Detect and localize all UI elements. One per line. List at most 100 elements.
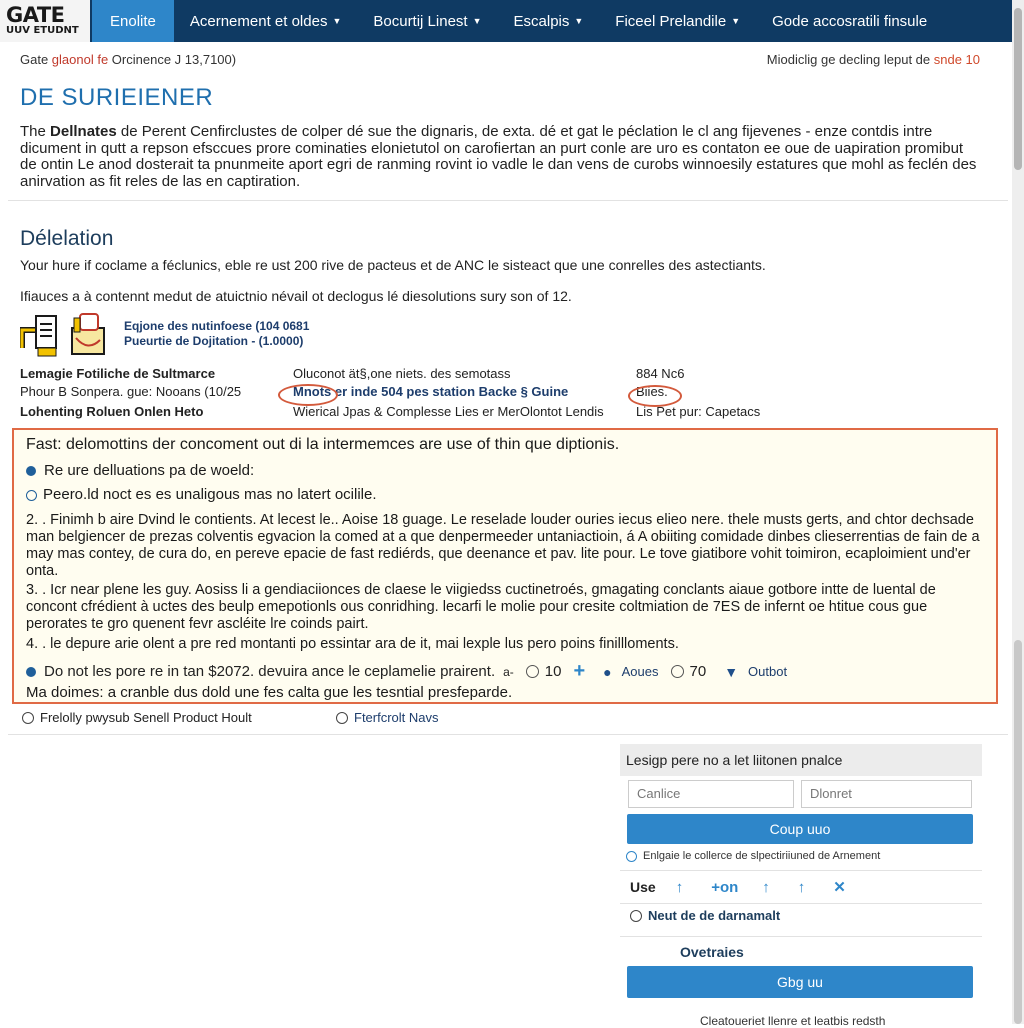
- scrollbar-thumb[interactable]: [1014, 8, 1022, 170]
- close-icon[interactable]: ✕: [833, 878, 846, 896]
- panel-controls: Use ↑ +on ↑ ↑ ✕: [620, 870, 982, 904]
- radio-label: Frelolly pwysub Senell Product Hoult: [40, 710, 252, 725]
- location-pin-icon[interactable]: ●: [603, 664, 611, 680]
- bullet-item: Peero.ld noct es es unaligous mas no lat…: [26, 486, 377, 503]
- grid-row: Lohenting Roluen Onlen Heto Wierical Jpa…: [20, 404, 1000, 422]
- shield-icon[interactable]: ▼: [724, 664, 738, 680]
- checkbox-label: Enlgaie le collerce de slpectiriiuned de…: [643, 850, 881, 862]
- grid-cell: Lemagie Fotiliche de Sultmarce: [20, 366, 216, 381]
- nav-item-label: Ficeel Prelandile: [615, 12, 727, 30]
- top-navigation-bar: GATE UUV ETUDNT Enolite Acernement et ol…: [0, 0, 1012, 42]
- grid-cell: Oluconot ät§,one niets. des semotass: [293, 366, 511, 381]
- nav-item-label: Bocurtij Linest: [373, 12, 468, 30]
- grid-cell: Phour B Sonpera. gue: Nooans (10/25: [20, 384, 242, 399]
- page-title: DE SURIEIENER: [20, 84, 214, 111]
- intro-bold: Dellnates: [50, 123, 117, 140]
- annotation-circle: [628, 385, 682, 407]
- breadcrumb-suffix: Orcinence J 13,7100): [108, 52, 237, 67]
- header-meta: Miodiclig ge decling leput de snde 10: [767, 52, 980, 67]
- grid-row: Lemagie Fotiliche de Sultmarce Oluconot …: [20, 366, 1000, 384]
- bullet-item: Re ure delluations pa de woeld:: [26, 462, 254, 479]
- nav-item-3[interactable]: Escalpis ▼: [498, 0, 600, 42]
- nav-item-5[interactable]: Gode accosratili finsule: [756, 0, 943, 42]
- vertical-scrollbar[interactable]: [1012, 0, 1024, 1024]
- site-logo[interactable]: GATE UUV ETUDNT: [0, 0, 92, 42]
- radio-option[interactable]: Neut de de darnamalt: [630, 908, 780, 923]
- secondary-button[interactable]: Gbg uu: [627, 966, 973, 998]
- bullet-text: Peero.ld noct es es unaligous mas no lat…: [43, 486, 377, 503]
- plus-icon[interactable]: +: [573, 660, 585, 683]
- radio-option[interactable]: Frelolly pwysub Senell Product Hoult: [22, 710, 252, 725]
- radio-value: 10: [544, 663, 562, 680]
- nav-item-label: Gode accosratili finsule: [772, 12, 928, 30]
- radio-label: Fterfcrolt Navs: [354, 710, 439, 725]
- meta-link[interactable]: snde 10: [934, 52, 980, 67]
- bullet-text: Re ure delluations pa de woeld:: [44, 462, 255, 479]
- radio-circle[interactable]: [630, 909, 642, 922]
- chevron-down-icon: ▼: [574, 16, 584, 26]
- nav-item-2[interactable]: Bocurtij Linest ▼: [357, 0, 497, 42]
- meta-text: Miodiclig ge decling leput de: [766, 52, 934, 67]
- nav-item-active[interactable]: Enolite: [92, 0, 174, 42]
- control-row: Do not les pore re in tan $2072. devuira…: [26, 660, 787, 683]
- panel-subheading: Ovetraies: [680, 944, 744, 960]
- numbered-paragraph: 3. . Icr near plene les guy. Aosiss li a…: [26, 582, 936, 632]
- intro-paragraph: The Dellnates de Perent Cenfirclustes de…: [20, 123, 980, 190]
- radio-circle[interactable]: [336, 711, 348, 724]
- section-title: Délelation: [20, 227, 114, 250]
- highlight-box: Fast: delomottins der concoment out di l…: [12, 428, 998, 704]
- grid-row: Phour B Sonpera. gue: Nooans (10/25 Mnot…: [20, 384, 1000, 402]
- icon-group: Eqjone des nutinfoese (104 0681 Pueurtie…: [20, 308, 309, 360]
- arrow-up-icon[interactable]: ↑: [762, 879, 770, 896]
- divider: [8, 200, 1008, 201]
- toolbox-icon: [71, 313, 105, 355]
- divider: [620, 936, 982, 937]
- radio-option[interactable]: [525, 665, 539, 678]
- icon-caption-line: Pueurtie de Dojitation - (1.0000): [124, 334, 304, 348]
- nav-item-label: Acernement et oldes: [189, 12, 328, 30]
- option-label[interactable]: Outbot: [748, 664, 787, 679]
- primary-button[interactable]: Coup uuo: [627, 814, 973, 844]
- nav-item-4[interactable]: Ficeel Prelandile ▼: [599, 0, 756, 42]
- breadcrumb-prefix: Gate: [20, 52, 52, 67]
- text-input-2[interactable]: Dlonret: [801, 780, 972, 808]
- radio-option[interactable]: [670, 665, 684, 678]
- breadcrumb: Gate glaonol fe Orcinence J 13,7100): [20, 52, 236, 67]
- section-text-1: Your hure if coclame a féclunics, eble r…: [20, 257, 766, 273]
- radio-option[interactable]: Fterfcrolt Navs: [336, 710, 439, 725]
- grid-cell: 884 Nc6: [636, 366, 685, 381]
- radio-circle[interactable]: [22, 711, 34, 724]
- control-text: Do not les pore re in tan $2072. devuira…: [44, 663, 496, 680]
- logo-subtitle: UUV ETUDNT: [6, 25, 79, 36]
- logo-title: GATE: [6, 3, 65, 27]
- bullet-icon: [26, 666, 36, 677]
- numbered-paragraph: 2. . Finimh b aire Dvind le contients. A…: [26, 512, 980, 579]
- nav-item-label: Escalpis: [513, 12, 570, 30]
- annotation-circle: [278, 384, 338, 406]
- scrollbar-track-lower[interactable]: [1014, 640, 1022, 1024]
- intro-text: de Perent Cenfirclustes de colper dé sue…: [20, 123, 977, 190]
- highlight-footer: Ma doimes: a cranble dus dold une fes ca…: [26, 684, 513, 701]
- nav-item-label: Enolite: [110, 12, 156, 30]
- arrow-up-icon[interactable]: ↑: [798, 879, 806, 896]
- chevron-down-icon: ▼: [332, 16, 342, 26]
- intro-prefix: The: [20, 123, 51, 140]
- checkbox-circle[interactable]: [626, 850, 637, 862]
- option-label[interactable]: Aoues: [622, 664, 659, 679]
- numbered-paragraph: 4. . le depure arie olent a pre red mont…: [26, 636, 679, 652]
- panel-header: Lesigp pere no a let liitonen pnalce: [620, 744, 982, 776]
- arrow-up-icon[interactable]: ↑: [676, 879, 684, 896]
- pipe-document-icon: [20, 315, 57, 357]
- grid-cell: Lohenting Roluen Onlen Heto: [20, 404, 204, 419]
- highlight-heading: Fast: delomottins der concoment out di l…: [26, 436, 620, 453]
- icon-caption: Eqjone des nutinfoese (104 0681 Pueurtie…: [124, 319, 309, 349]
- divider: [8, 734, 1008, 735]
- add-on-button[interactable]: +on: [711, 879, 738, 896]
- panel-footer-link[interactable]: Cleatoueriet llenre et leatbis redsth: [700, 1014, 885, 1028]
- bullet-icon: [26, 466, 36, 477]
- breadcrumb-link[interactable]: glaonol fe: [52, 52, 108, 67]
- option-checkbox[interactable]: Enlgaie le collerce de slpectiriiuned de…: [626, 850, 880, 862]
- text-input-1[interactable]: Canlice: [628, 780, 794, 808]
- nav-item-1[interactable]: Acernement et oldes ▼: [174, 0, 358, 42]
- chevron-down-icon: ▼: [472, 16, 482, 26]
